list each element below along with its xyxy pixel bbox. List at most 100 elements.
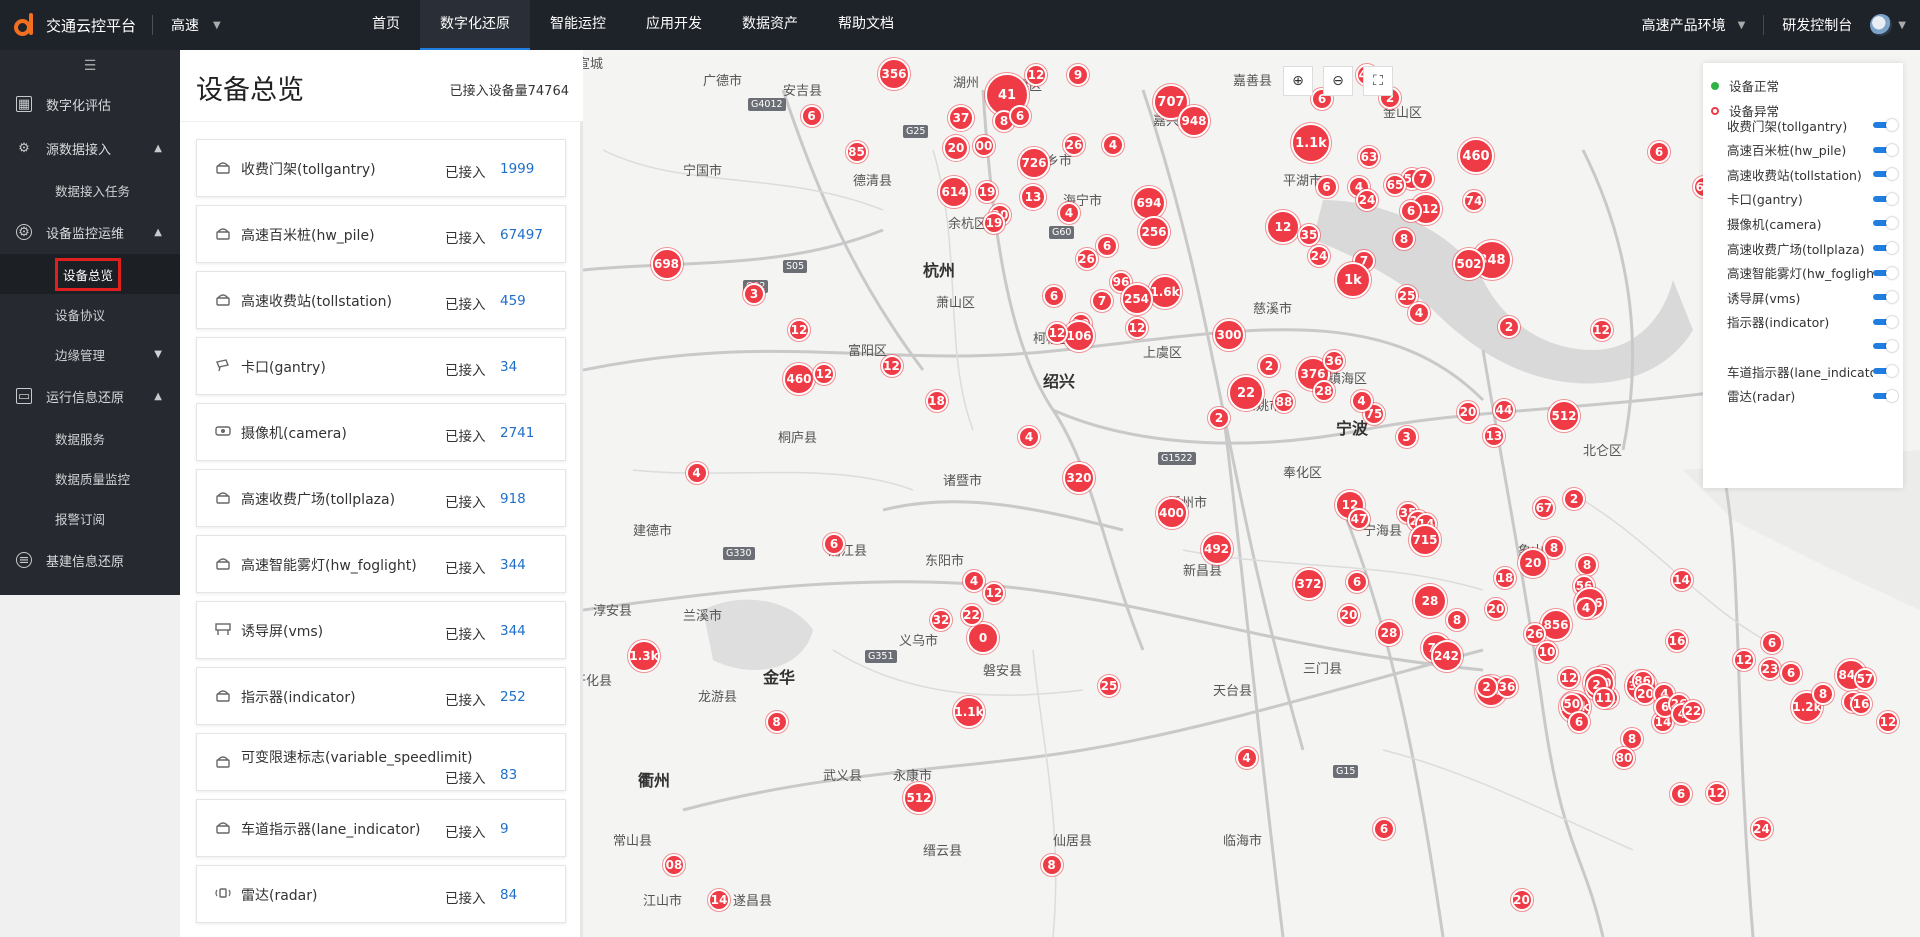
device-cluster-marker[interactable]: 1.1k <box>1291 123 1331 163</box>
device-cluster-marker[interactable]: 12 <box>1705 782 1728 805</box>
device-cluster-marker[interactable]: 242 <box>1430 639 1463 672</box>
device-cluster-marker[interactable]: 12 <box>1558 667 1580 689</box>
device-cluster-marker[interactable]: 6 <box>800 104 823 127</box>
device-cluster-marker[interactable]: 18 <box>925 390 948 413</box>
device-cluster-marker[interactable]: 22 <box>960 604 983 627</box>
device-cluster-marker[interactable]: 460 <box>783 363 815 395</box>
device-cluster-marker[interactable]: 10 <box>1536 641 1558 663</box>
layer-toggle[interactable] <box>1873 192 1898 205</box>
layer-toggle[interactable] <box>1873 340 1898 353</box>
device-card[interactable]: 高速收费站(tollstation) 已接入 459 <box>196 271 566 329</box>
device-card[interactable]: 收费门架(tollgantry) 已接入 1999 <box>196 139 566 197</box>
zoom-in-icon[interactable]: ⊕ <box>1283 66 1313 96</box>
device-cluster-marker[interactable]: 85 <box>845 140 868 163</box>
device-cluster-marker[interactable]: 12 <box>1590 318 1613 341</box>
device-cluster-marker[interactable]: 65 <box>1384 174 1406 196</box>
fullscreen-icon[interactable]: ⛶ <box>1363 66 1393 96</box>
device-cluster-marker[interactable]: 356 <box>878 58 910 90</box>
device-cluster-marker[interactable]: 12 <box>880 354 903 377</box>
device-card[interactable]: 高速百米桩(hw_pile) 已接入 67497 <box>196 205 566 263</box>
sidebar-group-infrastructure[interactable]: ≡ 基建信息还原 <box>0 538 180 582</box>
device-cluster-marker[interactable]: 4 <box>1408 302 1430 324</box>
device-cluster-marker[interactable]: 0 <box>967 622 999 654</box>
device-cluster-marker[interactable]: 12 <box>1266 210 1300 244</box>
device-cluster-marker[interactable]: 6 <box>1009 105 1031 127</box>
sidebar-group-assessment[interactable]: ▦ 数字化评估 <box>0 82 180 126</box>
chevron-down-icon[interactable]: ▼ <box>1898 20 1906 31</box>
layer-toggle[interactable] <box>1873 266 1898 279</box>
device-cluster-marker[interactable]: 6 <box>1373 818 1395 840</box>
sidebar-item-device-protocol[interactable]: 设备协议 <box>0 294 180 334</box>
brand[interactable]: 交通云控平台 <box>0 0 171 50</box>
device-cluster-marker[interactable]: 80 <box>1613 746 1635 769</box>
scope-selector[interactable]: 高速 ▼ <box>171 15 221 35</box>
nav-help-docs[interactable]: 帮助文档 <box>818 0 914 50</box>
device-cluster-marker[interactable]: 22 <box>1228 375 1264 411</box>
device-cluster-marker[interactable]: 08 <box>663 853 685 876</box>
device-cluster-marker[interactable]: 32 <box>930 609 952 631</box>
menu-collapse-icon[interactable]: ☰ <box>0 50 180 82</box>
nav-smart-operation[interactable]: 智能运控 <box>530 0 626 50</box>
device-cluster-marker[interactable]: 20 <box>943 135 969 161</box>
device-cluster-marker[interactable]: 492 <box>1200 532 1233 565</box>
device-cluster-marker[interactable]: 11 <box>1592 687 1615 709</box>
device-cluster-marker[interactable]: 6 <box>823 532 845 555</box>
device-cluster-marker[interactable]: 16 <box>1666 630 1688 652</box>
device-cluster-marker[interactable]: 6 <box>1315 176 1338 199</box>
device-cluster-marker[interactable]: 512 <box>1548 400 1580 432</box>
layer-toggle[interactable] <box>1873 168 1898 181</box>
layer-toggle[interactable] <box>1873 217 1898 230</box>
device-cluster-marker[interactable]: 47 <box>1348 508 1370 530</box>
device-cluster-marker[interactable]: 6 <box>1096 235 1118 257</box>
device-card[interactable]: 高速收费广场(tollplaza) 已接入 918 <box>196 469 566 527</box>
device-cluster-marker[interactable]: 4 <box>963 570 985 592</box>
device-cluster-marker[interactable]: 3 <box>1395 425 1418 448</box>
device-cluster-marker[interactable]: 8 <box>1040 853 1063 876</box>
device-cluster-marker[interactable]: 24 <box>1308 245 1330 267</box>
device-cluster-marker[interactable]: 460 <box>1458 138 1494 174</box>
device-cluster-marker[interactable]: 26 <box>1063 134 1085 156</box>
device-cluster-marker[interactable]: 35 <box>1298 224 1320 246</box>
device-cluster-marker[interactable]: 6 <box>1400 200 1422 222</box>
layer-toggle[interactable] <box>1873 242 1898 254</box>
device-cluster-marker[interactable]: 8 <box>1393 228 1415 250</box>
device-cluster-marker[interactable]: 7 <box>1412 168 1434 190</box>
device-cluster-marker[interactable]: 28 <box>1376 620 1402 646</box>
device-cluster-marker[interactable]: 320 <box>1063 461 1095 494</box>
avatar[interactable] <box>1870 14 1893 36</box>
device-cluster-marker[interactable]: 6 <box>1346 571 1368 593</box>
device-cluster-marker[interactable]: 1k <box>1335 262 1371 298</box>
device-card[interactable]: 诱导屏(vms) 已接入 344 <box>196 601 566 659</box>
sidebar-item-device-overview[interactable]: 设备总览 <box>0 254 180 294</box>
nav-data-assets[interactable]: 数据资产 <box>722 0 818 50</box>
device-cluster-marker[interactable]: 00 <box>973 135 995 157</box>
device-cluster-marker[interactable]: 502 <box>1453 247 1485 280</box>
device-cluster-marker[interactable]: 8 <box>1812 683 1834 705</box>
device-cluster-marker[interactable]: 2 <box>1563 488 1585 510</box>
device-cluster-marker[interactable]: 19 <box>983 212 1005 234</box>
device-cluster-marker[interactable]: 6 <box>1648 140 1670 163</box>
device-cluster-marker[interactable]: 20 <box>1510 889 1533 912</box>
device-cluster-marker[interactable]: 12 <box>1046 322 1068 344</box>
device-cluster-marker[interactable]: 4 <box>1350 390 1373 413</box>
device-cluster-marker[interactable]: 12 <box>1877 711 1899 733</box>
device-cluster-marker[interactable]: 2 <box>1498 316 1520 338</box>
device-cluster-marker[interactable]: 400 <box>1155 497 1188 530</box>
device-card[interactable]: 指示器(indicator) 已接入 252 <box>196 667 566 725</box>
device-cluster-marker[interactable]: 2 <box>1258 354 1280 377</box>
layer-toggle[interactable] <box>1873 365 1898 377</box>
device-cluster-marker[interactable]: 20 <box>1485 598 1507 620</box>
device-cluster-marker[interactable]: 9 <box>1067 64 1089 86</box>
device-cluster-marker[interactable]: 28 <box>1313 380 1335 402</box>
device-card[interactable]: 摄像机(camera) 已接入 2741 <box>196 403 566 461</box>
device-cluster-marker[interactable]: 948 <box>1178 105 1210 137</box>
device-cluster-marker[interactable]: 300 <box>1213 318 1245 351</box>
sidebar-item-edge-management[interactable]: 边缘管理 ▼ <box>0 334 180 374</box>
device-cluster-marker[interactable]: 2 <box>1475 675 1498 698</box>
device-cluster-marker[interactable]: 6 <box>1670 783 1692 805</box>
device-cluster-marker[interactable]: 4 <box>1575 597 1597 619</box>
device-cluster-marker[interactable]: 36 <box>1323 350 1345 372</box>
device-cluster-marker[interactable]: 12 <box>1025 64 1047 86</box>
device-cluster-marker[interactable]: 24 <box>1750 818 1773 841</box>
layer-toggle[interactable] <box>1873 389 1898 402</box>
